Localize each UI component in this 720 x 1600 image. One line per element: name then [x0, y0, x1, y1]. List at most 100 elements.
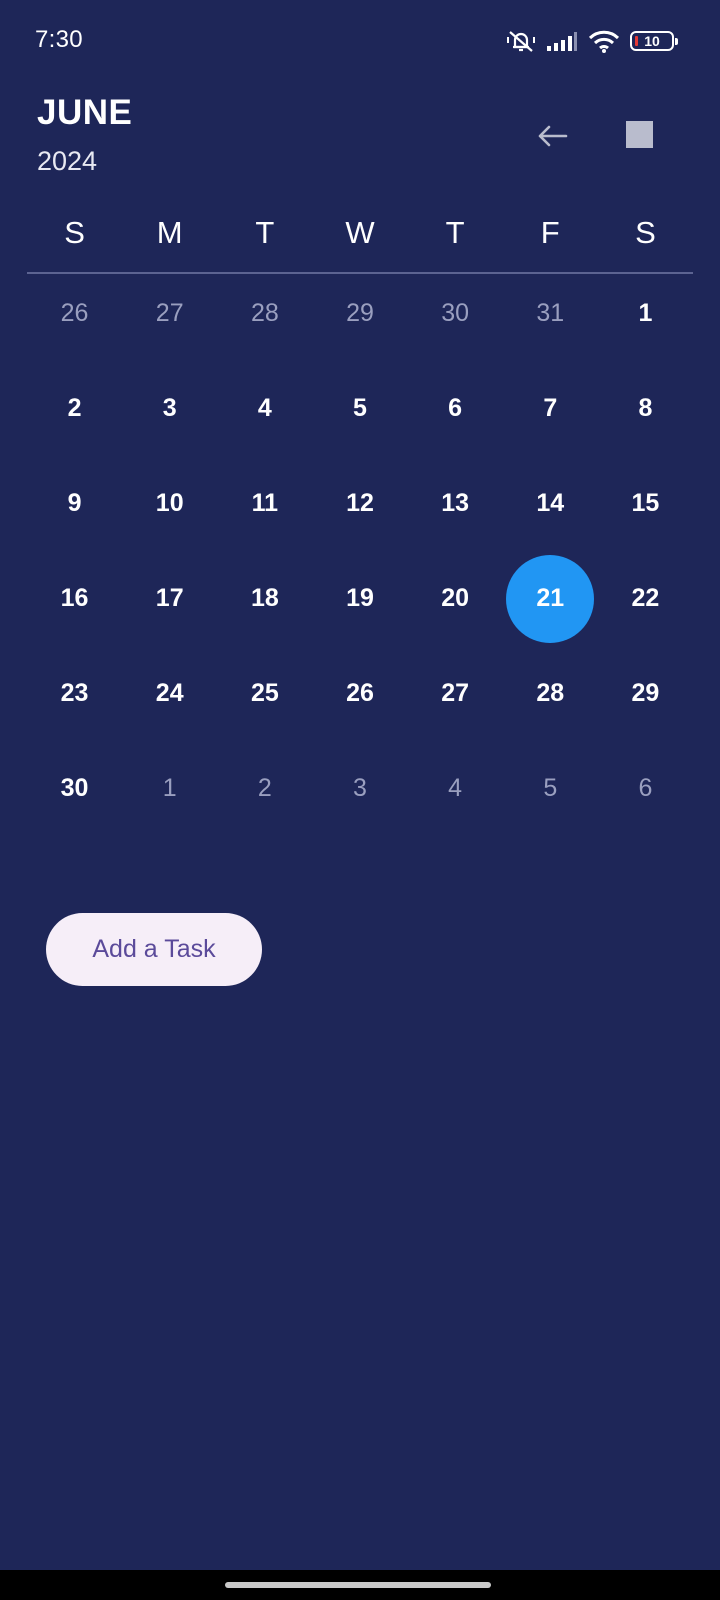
calendar-day[interactable]: 14 — [503, 456, 598, 551]
day-number: 11 — [251, 489, 279, 517]
day-number: 1 — [162, 774, 177, 802]
calendar-day[interactable]: 1 — [598, 266, 693, 361]
calendar-day[interactable]: 12 — [312, 456, 407, 551]
calendar-day[interactable]: 2 — [27, 361, 122, 456]
calendar-day[interactable]: 29 — [598, 646, 693, 741]
day-number: 5 — [353, 394, 367, 422]
day-number: 20 — [441, 584, 470, 612]
day-number: 15 — [631, 489, 660, 517]
calendar-day[interactable]: 6 — [408, 361, 503, 456]
calendar-day[interactable]: 30 — [408, 266, 503, 361]
calendar-day[interactable]: 22 — [598, 551, 693, 646]
weekday-header: S M T W T F S — [27, 215, 693, 257]
weekday-label: W — [345, 215, 375, 250]
calendar-day[interactable]: 10 — [122, 456, 217, 551]
calendar-day[interactable]: 3 — [312, 741, 407, 836]
day-number: 3 — [353, 774, 367, 802]
day-number: 10 — [155, 489, 184, 517]
battery-level: 10 — [644, 33, 660, 49]
calendar-day[interactable]: 26 — [312, 646, 407, 741]
day-number: 6 — [638, 774, 653, 802]
calendar-day[interactable]: 15 — [598, 456, 693, 551]
weekday-label: S — [635, 215, 656, 250]
system-nav-bar — [0, 1570, 720, 1600]
day-number: 18 — [250, 584, 279, 612]
weekday-label: S — [64, 215, 85, 250]
day-number: 22 — [631, 584, 660, 612]
arrow-left-icon[interactable] — [532, 116, 572, 156]
square-icon[interactable] — [626, 121, 653, 148]
calendar-day[interactable]: 23 — [27, 646, 122, 741]
day-number: 9 — [67, 489, 82, 517]
day-number: 19 — [346, 584, 374, 612]
calendar-day[interactable]: 16 — [27, 551, 122, 646]
day-number: 4 — [448, 774, 463, 802]
calendar-day[interactable]: 24 — [122, 646, 217, 741]
day-number: 2 — [67, 394, 82, 422]
day-number: 13 — [441, 489, 470, 517]
weekday-label: T — [445, 215, 465, 250]
calendar-day[interactable]: 1 — [122, 741, 217, 836]
calendar-day[interactable]: 4 — [408, 741, 503, 836]
day-number: 1 — [638, 299, 653, 327]
calendar-day[interactable]: 5 — [503, 741, 598, 836]
calendar-day[interactable]: 29 — [312, 266, 407, 361]
calendar-grid: 26 27 28 29 30 31 1 2 3 4 5 6 7 8 9 10 1… — [27, 266, 693, 836]
status-time: 7:30 — [35, 26, 83, 53]
day-number: 17 — [155, 584, 184, 612]
calendar-day[interactable]: 31 — [503, 266, 598, 361]
day-number: 30 — [441, 299, 470, 327]
day-number: 24 — [155, 679, 184, 707]
wifi-icon — [588, 29, 620, 53]
day-number: 21 — [536, 584, 565, 612]
weekday-label: T — [255, 215, 275, 250]
day-number: 3 — [162, 394, 177, 422]
day-number: 7 — [543, 394, 558, 422]
calendar-day[interactable]: 13 — [408, 456, 503, 551]
add-task-button[interactable]: Add a Task — [46, 913, 262, 986]
calendar-day[interactable]: 9 — [27, 456, 122, 551]
calendar-day[interactable]: 28 — [217, 266, 312, 361]
calendar-day[interactable]: 25 — [217, 646, 312, 741]
day-number: 26 — [60, 299, 89, 327]
day-number: 23 — [60, 679, 89, 707]
weekday-label: F — [540, 215, 560, 250]
day-number: 28 — [536, 679, 565, 707]
calendar-day[interactable]: 26 — [27, 266, 122, 361]
day-number: 4 — [257, 394, 272, 422]
month-title: JUNE — [37, 93, 133, 132]
day-number: 5 — [543, 774, 558, 802]
calendar-day[interactable]: 3 — [122, 361, 217, 456]
calendar-day[interactable]: 11 — [217, 456, 312, 551]
calendar-day[interactable]: 6 — [598, 741, 693, 836]
day-number: 31 — [536, 299, 565, 327]
status-bar: 7:30 10 — [0, 0, 720, 80]
calendar-day[interactable]: 5 — [312, 361, 407, 456]
cell-signal-icon — [546, 30, 578, 52]
calendar-day[interactable]: 30 — [27, 741, 122, 836]
calendar-day[interactable]: 19 — [312, 551, 407, 646]
calendar-day[interactable]: 17 — [122, 551, 217, 646]
day-number: 26 — [346, 679, 374, 707]
calendar-day[interactable]: 27 — [122, 266, 217, 361]
calendar-day[interactable]: 7 — [503, 361, 598, 456]
day-number: 30 — [60, 774, 89, 802]
calendar-day[interactable]: 8 — [598, 361, 693, 456]
silent-bell-icon — [506, 28, 536, 54]
day-number: 16 — [60, 584, 89, 612]
day-number: 27 — [441, 679, 470, 707]
calendar-day[interactable]: 20 — [408, 551, 503, 646]
calendar-day[interactable]: 2 — [217, 741, 312, 836]
calendar-day[interactable]: 28 — [503, 646, 598, 741]
calendar-day-selected[interactable]: 21 — [503, 551, 598, 646]
calendar-day[interactable]: 27 — [408, 646, 503, 741]
day-number: 29 — [346, 299, 374, 327]
calendar-day[interactable]: 18 — [217, 551, 312, 646]
home-indicator[interactable] — [225, 1582, 491, 1588]
calendar-day[interactable]: 4 — [217, 361, 312, 456]
day-number: 6 — [448, 394, 463, 422]
day-number: 27 — [155, 299, 184, 327]
day-number: 8 — [638, 394, 653, 422]
year-title: 2024 — [37, 146, 98, 176]
day-number: 28 — [250, 299, 279, 327]
